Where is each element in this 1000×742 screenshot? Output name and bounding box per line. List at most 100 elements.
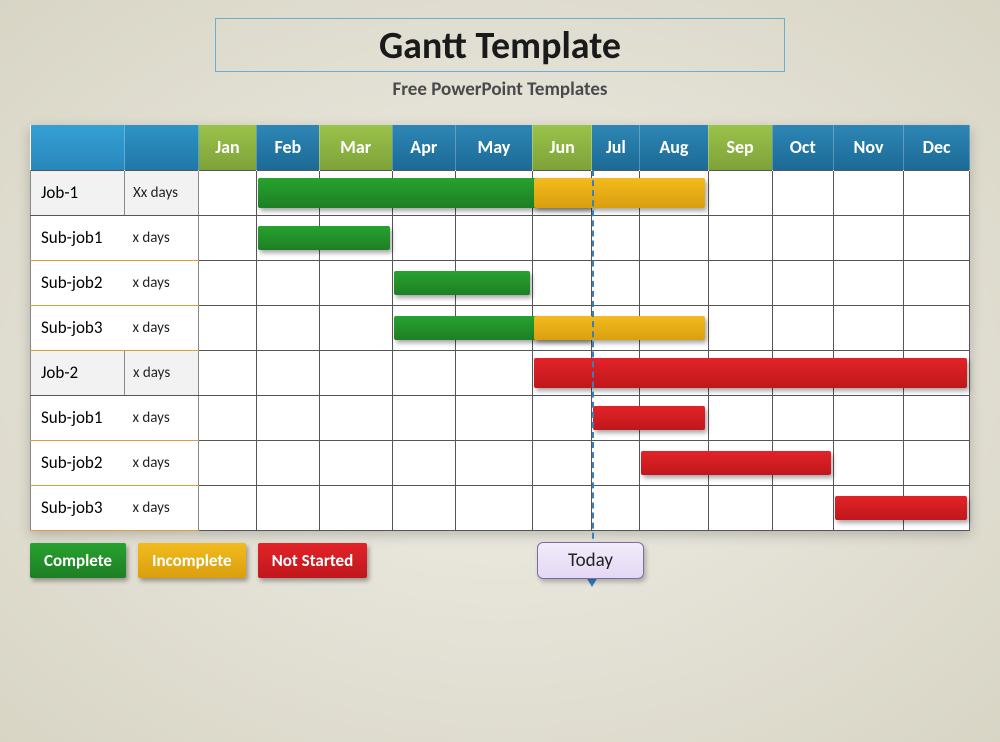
gantt-cell — [392, 260, 455, 305]
gantt-cell — [772, 260, 833, 305]
gantt-cell — [772, 485, 833, 530]
gantt-cell — [708, 350, 772, 395]
gantt-cell — [708, 215, 772, 260]
gantt-cell — [456, 260, 533, 305]
legend-complete: Complete — [30, 543, 126, 578]
gantt-cell — [256, 485, 319, 530]
month-header-oct: Oct — [772, 125, 833, 170]
gantt-cell — [904, 395, 970, 440]
gantt-cell — [640, 215, 708, 260]
gantt-cell — [319, 395, 392, 440]
gantt-cell — [833, 440, 903, 485]
gantt-cell — [256, 215, 319, 260]
gantt-cell — [456, 350, 533, 395]
gantt-cell — [708, 305, 772, 350]
gantt-cell — [532, 305, 592, 350]
task-name: Job-2 — [31, 350, 125, 395]
gantt-cell — [319, 305, 392, 350]
task-duration: x days — [125, 215, 199, 260]
gantt-cell — [532, 440, 592, 485]
gantt-cell — [592, 440, 640, 485]
gantt-cell — [592, 395, 640, 440]
gantt-cell — [640, 170, 708, 215]
gantt-row: Sub-job2x days — [31, 440, 970, 485]
gantt-cell — [256, 305, 319, 350]
gantt-cell — [392, 350, 455, 395]
gantt-cell — [708, 440, 772, 485]
gantt-cell — [319, 350, 392, 395]
gantt-cell — [532, 260, 592, 305]
month-header-nov: Nov — [833, 125, 903, 170]
gantt-cell — [392, 440, 455, 485]
legend-notstarted: Not Started — [258, 543, 368, 578]
gantt-cell — [592, 350, 640, 395]
page-title: Gantt Template — [216, 23, 784, 69]
task-duration: x days — [125, 395, 199, 440]
task-duration: x days — [125, 305, 199, 350]
gantt-cell — [319, 260, 392, 305]
legend-incomplete: Incomplete — [138, 543, 246, 578]
task-name: Sub-job2 — [31, 440, 125, 485]
gantt-cell — [772, 395, 833, 440]
page-subtitle: Free PowerPoint Templates — [393, 78, 608, 101]
gantt-cell — [772, 305, 833, 350]
gantt-cell — [772, 440, 833, 485]
gantt-cell — [532, 350, 592, 395]
header-blank-2 — [125, 125, 199, 170]
gantt-cell — [592, 260, 640, 305]
gantt-cell — [833, 485, 903, 530]
month-header-jun: Jun — [532, 125, 592, 170]
today-button[interactable]: Today — [537, 542, 644, 579]
month-header-feb: Feb — [256, 125, 319, 170]
gantt-cell — [256, 260, 319, 305]
gantt-cell — [708, 395, 772, 440]
gantt-cell — [319, 440, 392, 485]
gantt-cell — [319, 485, 392, 530]
gantt-cell — [319, 215, 392, 260]
gantt-cell — [904, 170, 970, 215]
gantt-row: Sub-job3x days — [31, 485, 970, 530]
gantt-row: Sub-job1x days — [31, 395, 970, 440]
gantt-cell — [392, 485, 455, 530]
gantt-cell — [319, 170, 392, 215]
gantt-cell — [456, 170, 533, 215]
gantt-cell — [772, 350, 833, 395]
task-name: Sub-job1 — [31, 215, 125, 260]
month-header-aug: Aug — [640, 125, 708, 170]
gantt-cell — [392, 215, 455, 260]
gantt-cell — [392, 170, 455, 215]
task-name: Sub-job3 — [31, 485, 125, 530]
month-header-jul: Jul — [592, 125, 640, 170]
gantt-cell — [772, 215, 833, 260]
gantt-cell — [456, 215, 533, 260]
gantt-cell — [833, 305, 903, 350]
gantt-cell — [833, 260, 903, 305]
gantt-cell — [456, 440, 533, 485]
gantt-row: Sub-job3x days — [31, 305, 970, 350]
gantt-cell — [532, 170, 592, 215]
gantt-row: Sub-job1x days — [31, 215, 970, 260]
gantt-cell — [592, 215, 640, 260]
month-header-apr: Apr — [392, 125, 455, 170]
gantt-cell — [904, 215, 970, 260]
gantt-cell — [199, 485, 257, 530]
gantt-cell — [833, 170, 903, 215]
gantt-cell — [256, 350, 319, 395]
gantt-cell — [640, 485, 708, 530]
gantt-cell — [532, 215, 592, 260]
task-name: Sub-job1 — [31, 395, 125, 440]
gantt-cell — [904, 305, 970, 350]
gantt-cell — [532, 485, 592, 530]
gantt-cell — [199, 350, 257, 395]
gantt-cell — [456, 305, 533, 350]
gantt-cell — [256, 440, 319, 485]
task-name: Job-1 — [31, 170, 125, 215]
gantt-cell — [532, 395, 592, 440]
month-header-sep: Sep — [708, 125, 772, 170]
gantt-cell — [456, 485, 533, 530]
gantt-cell — [640, 395, 708, 440]
gantt-cell — [833, 350, 903, 395]
gantt-table: JanFebMarAprMayJunJulAugSepOctNovDec Job… — [30, 125, 970, 531]
gantt-row: Job-2x days — [31, 350, 970, 395]
gantt-cell — [199, 170, 257, 215]
